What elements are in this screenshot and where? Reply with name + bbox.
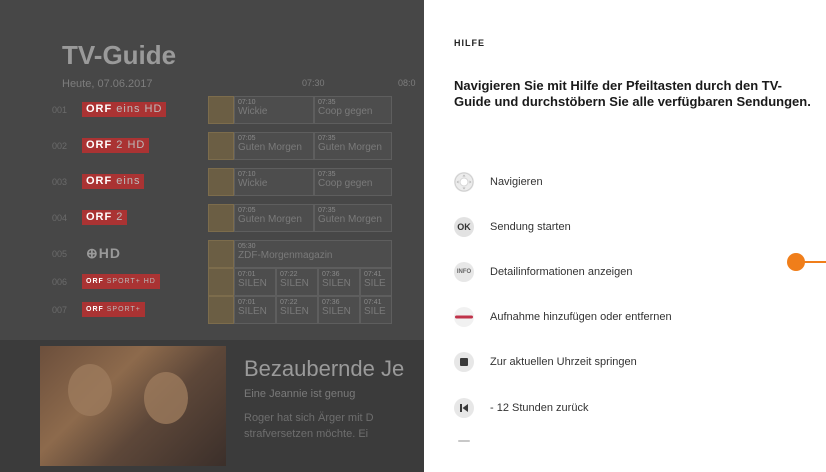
program-cell[interactable]: 07:41 SILE (360, 268, 392, 296)
info-icon: INFO (454, 262, 474, 282)
channel-row[interactable]: 001 ORF eins HD 07:10 Wickie 07:35 Coop ge… (44, 96, 424, 124)
channel-logo: ORF SPORT+ (82, 302, 145, 317)
channel-row[interactable]: 003 ORF eins 07:10 Wickie 07:35 Coop gegen (44, 168, 424, 196)
program-cell[interactable]: 07:35 Coop gegen (314, 96, 392, 124)
ok-icon: OK (454, 217, 474, 237)
guide-title: TV-Guide (62, 40, 177, 70)
program-cell[interactable] (208, 268, 234, 296)
program-cell[interactable]: 07:05 Guten Morgen (234, 132, 314, 160)
channel-row[interactable]: 005 ⊕HD 05:30 ZDF-Morgenmagazin (44, 240, 424, 268)
channel-number: 003 (52, 177, 68, 187)
channel-number: 001 (52, 105, 68, 115)
guide-date: Heute, 07.06.2017 (62, 78, 153, 90)
program-cell[interactable]: 07:36 SILEN (318, 296, 360, 324)
dpad-icon (454, 172, 474, 192)
program-cell[interactable]: 07:35 Guten Morgen (314, 204, 392, 232)
channel-number: 004 (52, 213, 68, 223)
channel-number: 007 (52, 305, 68, 315)
program-cell[interactable]: 07:36 SILEN (318, 268, 360, 296)
red-record-icon (454, 307, 474, 327)
help-item-label: Navigieren (490, 176, 543, 188)
help-item-record: Aufnahme hinzufügen oder entfernen (454, 307, 754, 327)
program-cell[interactable]: 07:22 SILEN (276, 296, 318, 324)
featured-subtitle: Eine Jeannie ist genug (244, 388, 356, 400)
channel-logo: ORF eins HD (82, 102, 167, 117)
channel-number: 006 (52, 277, 68, 287)
channel-row[interactable]: 006 ORF SPORT+ HD 07:01 SILEN 07:22 SILEN … (44, 268, 424, 296)
featured-program: Bezaubernde Je Eine Jeannie ist genug Ro… (0, 340, 424, 472)
program-cell[interactable]: 07:05 Guten Morgen (234, 204, 314, 232)
help-intro-text: Navigieren Sie mit Hilfe der Pfeiltasten… (454, 78, 811, 109)
program-cell[interactable] (208, 296, 234, 324)
channel-logo: ⊕HD (86, 245, 121, 261)
help-item-info: INFO Detailinformationen anzeigen (454, 262, 754, 282)
program-cell[interactable] (208, 132, 234, 160)
help-item-label: Detailinformationen anzeigen (490, 266, 633, 278)
program-cell[interactable]: 07:35 Guten Morgen (314, 132, 392, 160)
channel-logo: ORF eins (82, 174, 145, 189)
program-cell[interactable]: 07:35 Coop gegen (314, 168, 392, 196)
time-marker: 08:0 (398, 78, 416, 88)
focus-indicator-line (803, 261, 826, 263)
tv-guide-background: TV-Guide Heute, 07.06.2017 07:30 08:0 00… (0, 0, 424, 472)
program-cell[interactable] (208, 96, 234, 124)
program-cell[interactable]: 05:30 ZDF-Morgenmagazin (234, 240, 392, 268)
help-item-navigate: Navigieren (454, 172, 754, 192)
program-cell[interactable]: 07:01 SILEN (234, 296, 276, 324)
program-thumbnail (40, 346, 226, 466)
program-cell[interactable] (208, 240, 234, 268)
help-item-more (454, 440, 754, 448)
help-panel: HILFE Navigieren Sie mit Hilfe der Pfeil… (424, 0, 826, 472)
program-cell[interactable]: 07:10 Wickie (234, 96, 314, 124)
program-cell[interactable] (208, 168, 234, 196)
help-item-label: - 12 Stunden zurück (490, 402, 589, 414)
skip-back-icon (454, 398, 474, 418)
channel-logo: ORF SPORT+ HD (82, 274, 160, 289)
time-marker: 07:30 (302, 78, 325, 88)
program-cell[interactable]: 07:10 Wickie (234, 168, 314, 196)
channel-row[interactable]: 002 ORF 2 HD 07:05 Guten Morgen 07:35 Gute… (44, 132, 424, 160)
stop-square-icon (454, 352, 474, 372)
channel-number: 002 (52, 141, 68, 151)
channel-row[interactable]: 004 ORF 2 07:05 Guten Morgen 07:35 Guten M… (44, 204, 424, 232)
help-item-now: Zur aktuellen Uhrzeit springen (454, 352, 754, 372)
featured-description: Roger hat sich Ärger mit D strafversetze… (244, 412, 374, 440)
channel-number: 005 (52, 249, 68, 259)
channel-row[interactable]: 007 ORF SPORT+ 07:01 SILEN 07:22 SILEN 07:… (44, 296, 424, 324)
program-cell[interactable] (208, 204, 234, 232)
program-cell[interactable]: 07:01 SILEN (234, 268, 276, 296)
channel-logo: ORF 2 HD (82, 138, 150, 153)
help-item-label: Aufnahme hinzufügen oder entfernen (490, 311, 672, 323)
channel-logo: ORF 2 (82, 210, 128, 225)
program-cell[interactable]: 07:41 SILE (360, 296, 392, 324)
help-item-start: OK Sendung starten (454, 217, 754, 237)
help-item-label: Sendung starten (490, 221, 571, 233)
help-heading: HILFE (454, 38, 485, 48)
help-item-back: - 12 Stunden zurück (454, 398, 754, 418)
screen: TV-Guide Heute, 07.06.2017 07:30 08:0 00… (0, 0, 826, 472)
program-cell[interactable]: 07:22 SILEN (276, 268, 318, 296)
featured-title: Bezaubernde Je (244, 356, 405, 381)
help-item-label: Zur aktuellen Uhrzeit springen (490, 356, 637, 368)
